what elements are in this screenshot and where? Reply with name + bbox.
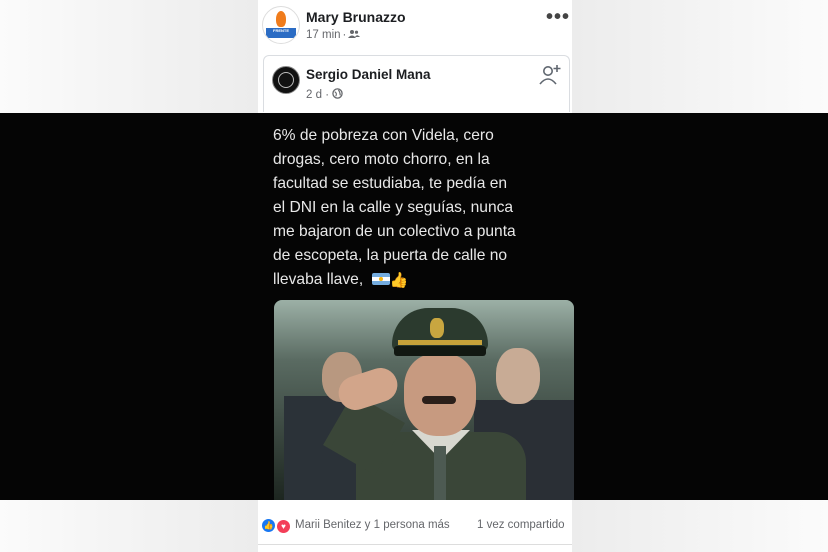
author-avatar[interactable]: FRENTE — [262, 6, 300, 44]
post-photo[interactable] — [274, 300, 574, 500]
love-reaction-icon[interactable]: ♥ — [276, 519, 291, 534]
shared-post-meta: 2 d · — [306, 88, 343, 101]
post-text-line: llevaba llave, — [273, 271, 364, 288]
logo-flame — [276, 11, 286, 27]
post-text-line: drogas, cero moto chorro, en la — [273, 151, 490, 168]
shared-post-frame — [263, 55, 570, 112]
logo-band: FRENTE — [266, 28, 296, 38]
argentina-flag-emoji — [371, 273, 390, 285]
photo-face — [404, 354, 476, 436]
add-friend-icon[interactable] — [538, 63, 562, 87]
meta-separator: · — [342, 29, 347, 41]
photo-tie — [434, 446, 446, 500]
post-text-line: de escopeta, la puerta de calle no — [273, 247, 508, 264]
post-text-line: facultad se estudiaba, te pedía en — [273, 175, 508, 192]
post-text-line: me bajaron de un colectivo a punta — [273, 223, 516, 240]
reactions-summary[interactable]: Marii Benitez y 1 persona más — [295, 519, 450, 531]
author-name[interactable]: Mary Brunazzo — [306, 9, 406, 25]
post-text-last-line: llevaba llave, 👍 — [273, 268, 573, 293]
thumbs-up-emoji: 👍 — [389, 272, 409, 289]
photo-figure-right-head — [496, 348, 540, 404]
post-text: 6% de pobreza con Videla, cero drogas, c… — [273, 124, 573, 293]
post-text-line: el DNI en la calle y seguías, nunca — [273, 199, 514, 216]
photo-cap-visor — [394, 346, 486, 356]
post-time[interactable]: 17 min — [306, 29, 341, 41]
photo-cap-badge — [430, 318, 444, 338]
like-reaction-icon[interactable]: 👍 — [262, 519, 275, 532]
post-meta: 17 min · — [306, 29, 361, 41]
photo-moustache — [422, 396, 456, 404]
more-options-icon[interactable]: ••• — [546, 6, 570, 29]
avatar-ring — [278, 72, 294, 88]
shared-post-time[interactable]: 2 d — [306, 89, 322, 101]
post-text-line: 6% de pobreza con Videla, cero — [273, 127, 494, 144]
photo-cap-braid — [398, 340, 482, 345]
footer-divider — [258, 544, 572, 545]
shared-author-name[interactable]: Sergio Daniel Mana — [306, 67, 431, 82]
globe-icon — [332, 88, 343, 99]
shared-author-avatar[interactable] — [272, 66, 300, 94]
shares-count[interactable]: 1 vez compartido — [477, 519, 565, 531]
friends-audience-icon — [348, 30, 361, 38]
